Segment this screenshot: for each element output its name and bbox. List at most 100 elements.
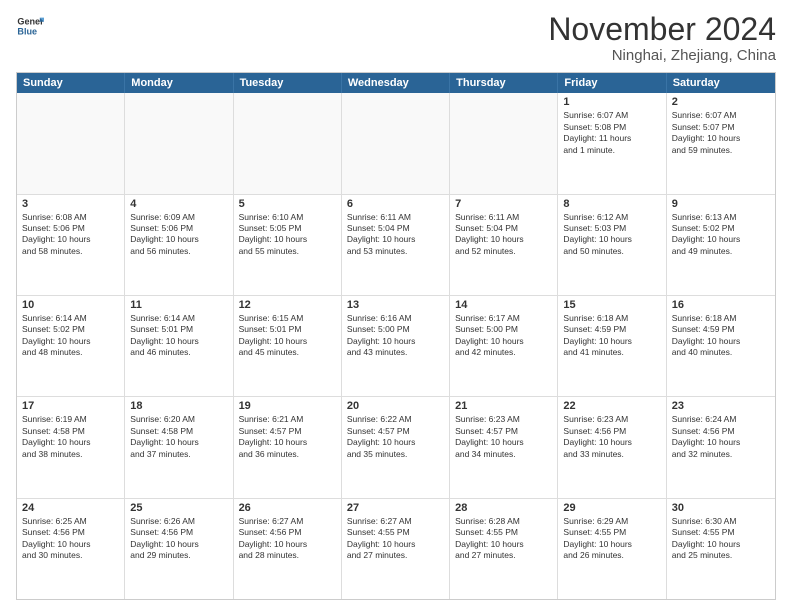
calendar-cell-3-6: 23 Sunrise: 6:24 AM Sunset: 4:56 PM Dayli…	[667, 397, 775, 497]
calendar-cell-2-1: 11 Sunrise: 6:14 AM Sunset: 5:01 PM Dayli…	[125, 296, 233, 396]
day-number: 14	[455, 299, 552, 311]
header-saturday: Saturday	[667, 73, 775, 93]
calendar-cell-1-6: 9 Sunrise: 6:13 AM Sunset: 5:02 PM Daylig…	[667, 195, 775, 295]
calendar-cell-1-4: 7 Sunrise: 6:11 AM Sunset: 5:04 PM Daylig…	[450, 195, 558, 295]
calendar-cell-2-0: 10 Sunrise: 6:14 AM Sunset: 5:02 PM Dayli…	[17, 296, 125, 396]
calendar-cell-4-6: 30 Sunrise: 6:30 AM Sunset: 4:55 PM Dayli…	[667, 499, 775, 599]
day-number: 30	[672, 502, 770, 514]
day-number: 2	[672, 96, 770, 108]
page-header: General Blue November 2024 Ninghai, Zhej…	[16, 12, 776, 64]
cell-info: Sunrise: 6:19 AM Sunset: 4:58 PM Dayligh…	[22, 414, 119, 460]
calendar-cell-1-1: 4 Sunrise: 6:09 AM Sunset: 5:06 PM Daylig…	[125, 195, 233, 295]
calendar-cell-1-5: 8 Sunrise: 6:12 AM Sunset: 5:03 PM Daylig…	[558, 195, 666, 295]
calendar-cell-0-6: 2Sunrise: 6:07 AM Sunset: 5:07 PM Daylig…	[667, 93, 775, 193]
day-number: 12	[239, 299, 336, 311]
calendar-cell-0-3	[342, 93, 450, 193]
calendar-cell-3-4: 21 Sunrise: 6:23 AM Sunset: 4:57 PM Dayli…	[450, 397, 558, 497]
calendar-cell-3-2: 19 Sunrise: 6:21 AM Sunset: 4:57 PM Dayli…	[234, 397, 342, 497]
day-number: 28	[455, 502, 552, 514]
day-number: 6	[347, 198, 444, 210]
calendar-cell-4-2: 26 Sunrise: 6:27 AM Sunset: 4:56 PM Dayli…	[234, 499, 342, 599]
cell-info: Sunrise: 6:10 AM Sunset: 5:05 PM Dayligh…	[239, 212, 336, 258]
cell-info: Sunrise: 6:07 AM Sunset: 5:08 PM Dayligh…	[563, 110, 660, 156]
day-number: 29	[563, 502, 660, 514]
cell-info: Sunrise: 6:11 AM Sunset: 5:04 PM Dayligh…	[455, 212, 552, 258]
calendar-cell-2-3: 13 Sunrise: 6:16 AM Sunset: 5:00 PM Dayli…	[342, 296, 450, 396]
calendar-row-1: 3Sunrise: 6:08 AM Sunset: 5:06 PM Daylig…	[17, 195, 775, 296]
calendar-cell-0-2	[234, 93, 342, 193]
calendar-cell-3-5: 22 Sunrise: 6:23 AM Sunset: 4:56 PM Dayli…	[558, 397, 666, 497]
day-number: 24	[22, 502, 119, 514]
day-number: 9	[672, 198, 770, 210]
calendar-cell-0-0	[17, 93, 125, 193]
calendar-cell-0-5: 1 Sunrise: 6:07 AM Sunset: 5:08 PM Daylig…	[558, 93, 666, 193]
cell-info: Sunrise: 6:18 AM Sunset: 4:59 PM Dayligh…	[563, 313, 660, 359]
calendar-cell-0-4	[450, 93, 558, 193]
cell-info: Sunrise: 6:24 AM Sunset: 4:56 PM Dayligh…	[672, 414, 770, 460]
cell-info: Sunrise: 6:27 AM Sunset: 4:55 PM Dayligh…	[347, 516, 444, 562]
cell-info: Sunrise: 6:29 AM Sunset: 4:55 PM Dayligh…	[563, 516, 660, 562]
header-sunday: Sunday	[17, 73, 125, 93]
cell-info: Sunrise: 6:28 AM Sunset: 4:55 PM Dayligh…	[455, 516, 552, 562]
calendar-cell-2-2: 12 Sunrise: 6:15 AM Sunset: 5:01 PM Dayli…	[234, 296, 342, 396]
day-number: 11	[130, 299, 227, 311]
location-title: Ninghai, Zhejiang, China	[548, 47, 776, 64]
cell-info: Sunrise: 6:14 AM Sunset: 5:01 PM Dayligh…	[130, 313, 227, 359]
day-number: 4	[130, 198, 227, 210]
calendar-row-3: 17Sunrise: 6:19 AM Sunset: 4:58 PM Dayli…	[17, 397, 775, 498]
svg-text:Blue: Blue	[17, 26, 37, 36]
calendar-row-0: 1 Sunrise: 6:07 AM Sunset: 5:08 PM Daylig…	[17, 93, 775, 194]
cell-info: Sunrise: 6:23 AM Sunset: 4:56 PM Dayligh…	[563, 414, 660, 460]
day-number: 1	[563, 96, 660, 108]
cell-info: Sunrise: 6:14 AM Sunset: 5:02 PM Dayligh…	[22, 313, 119, 359]
header-wednesday: Wednesday	[342, 73, 450, 93]
calendar-row-2: 10 Sunrise: 6:14 AM Sunset: 5:02 PM Dayli…	[17, 296, 775, 397]
cell-info: Sunrise: 6:12 AM Sunset: 5:03 PM Dayligh…	[563, 212, 660, 258]
day-number: 25	[130, 502, 227, 514]
cell-info: Sunrise: 6:17 AM Sunset: 5:00 PM Dayligh…	[455, 313, 552, 359]
calendar-cell-4-3: 27Sunrise: 6:27 AM Sunset: 4:55 PM Dayli…	[342, 499, 450, 599]
calendar-cell-4-0: 24 Sunrise: 6:25 AM Sunset: 4:56 PM Dayli…	[17, 499, 125, 599]
cell-info: Sunrise: 6:13 AM Sunset: 5:02 PM Dayligh…	[672, 212, 770, 258]
day-number: 22	[563, 400, 660, 412]
cell-info: Sunrise: 6:20 AM Sunset: 4:58 PM Dayligh…	[130, 414, 227, 460]
calendar-cell-2-4: 14 Sunrise: 6:17 AM Sunset: 5:00 PM Dayli…	[450, 296, 558, 396]
day-number: 13	[347, 299, 444, 311]
day-number: 3	[22, 198, 119, 210]
calendar-cell-1-2: 5 Sunrise: 6:10 AM Sunset: 5:05 PM Daylig…	[234, 195, 342, 295]
day-number: 21	[455, 400, 552, 412]
logo: General Blue	[16, 12, 44, 40]
calendar-row-4: 24 Sunrise: 6:25 AM Sunset: 4:56 PM Dayli…	[17, 499, 775, 599]
day-number: 8	[563, 198, 660, 210]
day-number: 19	[239, 400, 336, 412]
calendar-body: 1 Sunrise: 6:07 AM Sunset: 5:08 PM Daylig…	[17, 93, 775, 599]
cell-info: Sunrise: 6:16 AM Sunset: 5:00 PM Dayligh…	[347, 313, 444, 359]
cell-info: Sunrise: 6:11 AM Sunset: 5:04 PM Dayligh…	[347, 212, 444, 258]
cell-info: Sunrise: 6:23 AM Sunset: 4:57 PM Dayligh…	[455, 414, 552, 460]
day-number: 7	[455, 198, 552, 210]
calendar-cell-1-3: 6 Sunrise: 6:11 AM Sunset: 5:04 PM Daylig…	[342, 195, 450, 295]
cell-info: Sunrise: 6:09 AM Sunset: 5:06 PM Dayligh…	[130, 212, 227, 258]
calendar-cell-3-0: 17Sunrise: 6:19 AM Sunset: 4:58 PM Dayli…	[17, 397, 125, 497]
header-thursday: Thursday	[450, 73, 558, 93]
cell-info: Sunrise: 6:27 AM Sunset: 4:56 PM Dayligh…	[239, 516, 336, 562]
calendar-cell-1-0: 3Sunrise: 6:08 AM Sunset: 5:06 PM Daylig…	[17, 195, 125, 295]
calendar-header: Sunday Monday Tuesday Wednesday Thursday…	[17, 73, 775, 93]
calendar-cell-2-5: 15Sunrise: 6:18 AM Sunset: 4:59 PM Dayli…	[558, 296, 666, 396]
day-number: 10	[22, 299, 119, 311]
day-number: 5	[239, 198, 336, 210]
day-number: 23	[672, 400, 770, 412]
title-block: November 2024 Ninghai, Zhejiang, China	[548, 12, 776, 64]
day-number: 18	[130, 400, 227, 412]
day-number: 26	[239, 502, 336, 514]
month-title: November 2024	[548, 12, 776, 47]
header-friday: Friday	[558, 73, 666, 93]
calendar-cell-4-5: 29 Sunrise: 6:29 AM Sunset: 4:55 PM Dayli…	[558, 499, 666, 599]
cell-info: Sunrise: 6:25 AM Sunset: 4:56 PM Dayligh…	[22, 516, 119, 562]
calendar: Sunday Monday Tuesday Wednesday Thursday…	[16, 72, 776, 600]
cell-info: Sunrise: 6:30 AM Sunset: 4:55 PM Dayligh…	[672, 516, 770, 562]
logo-icon: General Blue	[16, 12, 44, 40]
cell-info: Sunrise: 6:15 AM Sunset: 5:01 PM Dayligh…	[239, 313, 336, 359]
cell-info: Sunrise: 6:21 AM Sunset: 4:57 PM Dayligh…	[239, 414, 336, 460]
calendar-cell-4-1: 25Sunrise: 6:26 AM Sunset: 4:56 PM Dayli…	[125, 499, 233, 599]
